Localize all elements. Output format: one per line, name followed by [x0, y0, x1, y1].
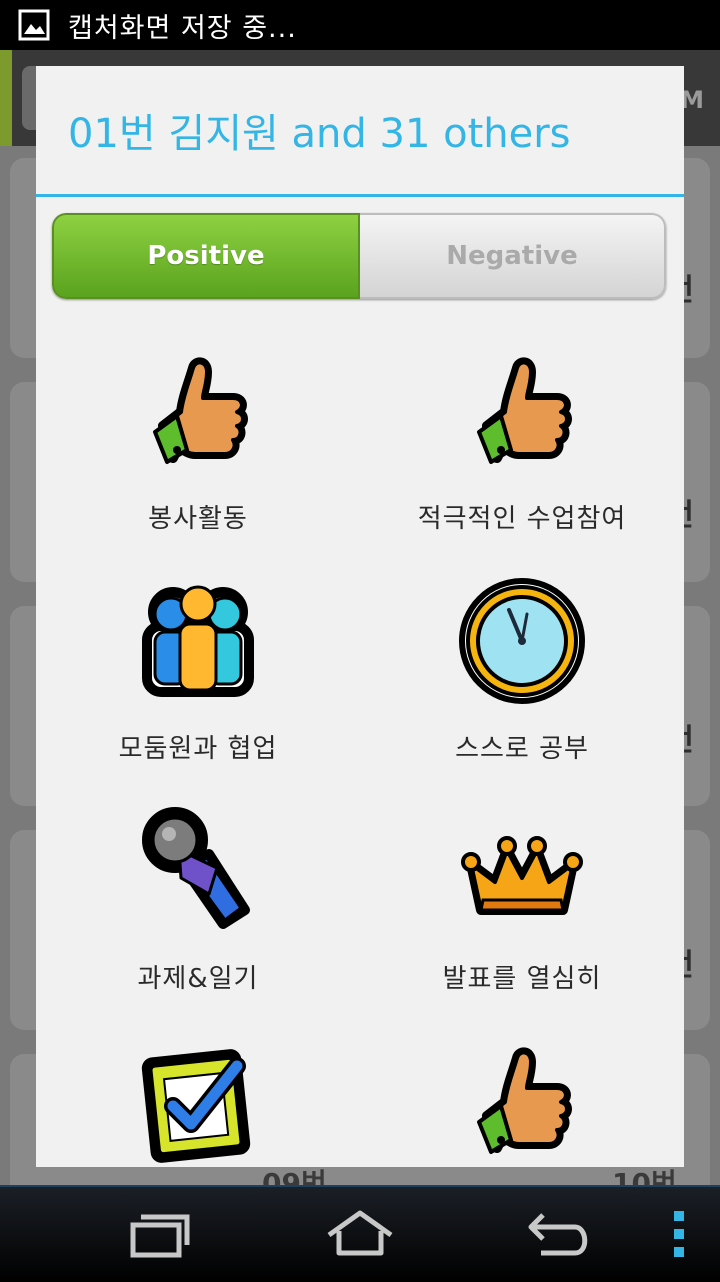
home-icon[interactable] — [325, 1209, 395, 1259]
team-icon — [142, 585, 254, 697]
tab-positive[interactable]: Positive — [52, 213, 360, 299]
clock-icon — [459, 578, 585, 704]
dialog-title: 01번 김지원 and 31 others — [68, 111, 571, 157]
recent-apps-icon[interactable] — [125, 1209, 195, 1259]
positive-negative-toggle: Positive Negative — [52, 213, 666, 299]
navigation-bar — [0, 1185, 720, 1282]
status-text: 캡처화면 저장 중... — [68, 12, 297, 44]
thumbs-up-icon — [477, 357, 572, 464]
behavior-item[interactable]: 발표를 열심히 — [360, 796, 684, 1026]
tab-negative[interactable]: Negative — [360, 213, 666, 299]
checkbox-icon — [141, 1049, 251, 1163]
behavior-item[interactable] — [360, 1026, 684, 1167]
behavior-item[interactable]: 적극적인 수업참여 — [360, 336, 684, 566]
thumbs-up-icon — [153, 357, 248, 464]
behavior-label: 발표를 열심히 — [442, 964, 602, 994]
microphone-icon — [142, 807, 250, 929]
thumbs-up-icon — [477, 1047, 572, 1154]
back-icon[interactable] — [525, 1209, 595, 1259]
behavior-item[interactable]: 스스로 공부 — [360, 566, 684, 796]
behavior-item[interactable] — [36, 1026, 360, 1167]
crown-icon — [461, 836, 583, 915]
background-header-tag — [0, 50, 12, 146]
behavior-label: 적극적인 수업참여 — [417, 504, 627, 534]
menu-icon[interactable] — [660, 1209, 700, 1259]
behavior-item[interactable]: 봉사활동 — [36, 336, 360, 566]
picture-icon — [18, 9, 50, 41]
behavior-item[interactable]: 과제&일기 — [36, 796, 360, 1026]
behavior-dialog: 01번 김지원 and 31 others Positive Negative … — [36, 66, 684, 1167]
status-bar: 캡처화면 저장 중... — [0, 0, 720, 50]
behavior-label: 과제&일기 — [137, 964, 259, 994]
behavior-label: 스스로 공부 — [455, 734, 589, 764]
behavior-item[interactable]: 모둠원과 협업 — [36, 566, 360, 796]
title-divider — [36, 194, 684, 197]
behavior-label: 모둠원과 협업 — [118, 734, 278, 764]
behavior-label: 봉사활동 — [148, 504, 248, 534]
